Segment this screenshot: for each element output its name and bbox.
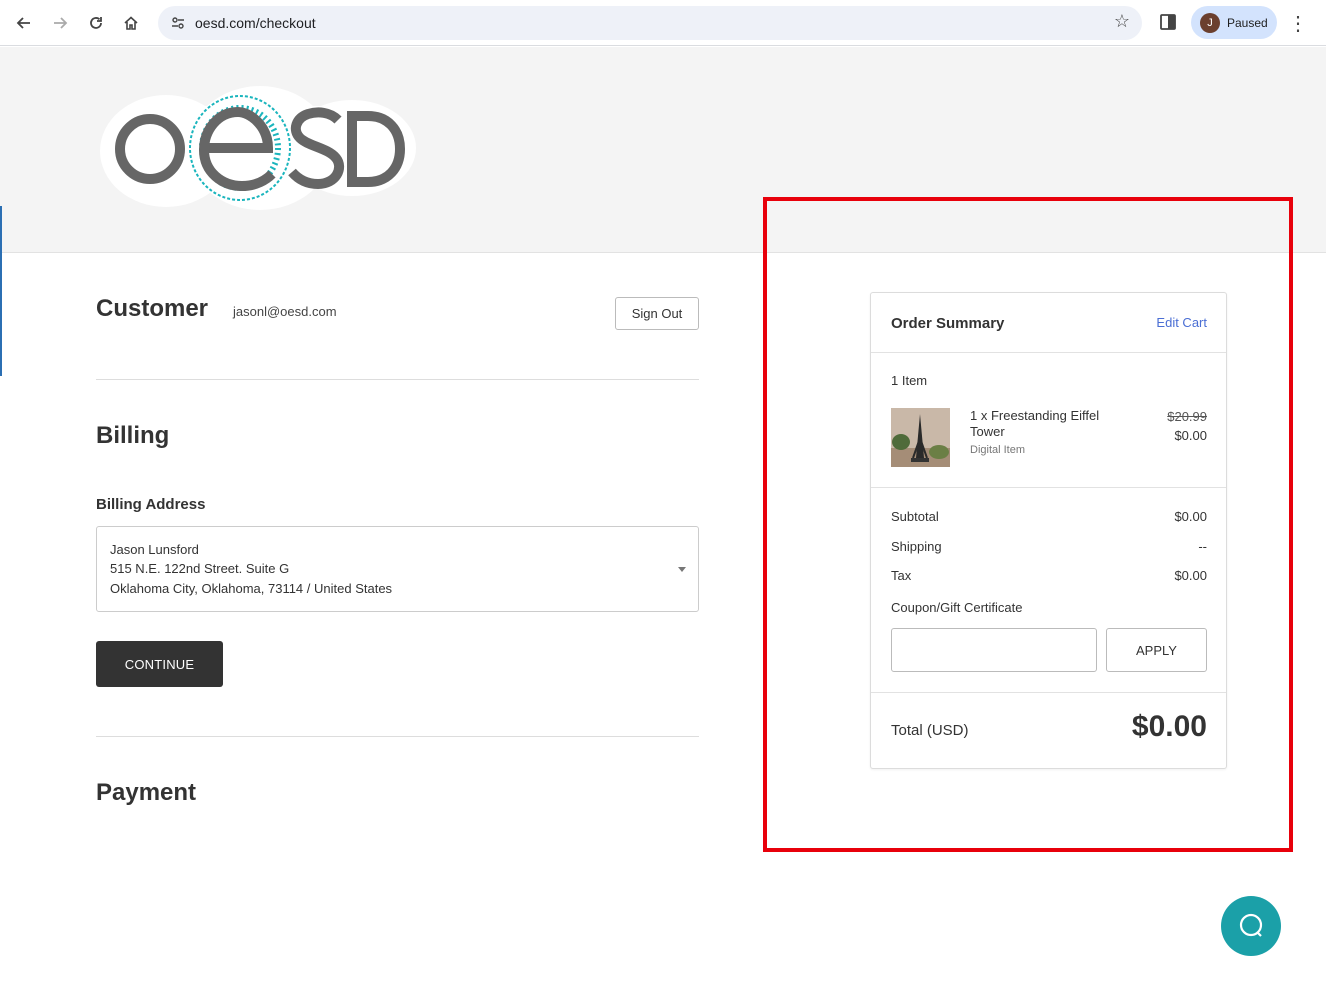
home-icon[interactable] — [116, 8, 146, 38]
summary-divider — [871, 487, 1226, 488]
subtotal-value: $0.00 — [1174, 509, 1207, 524]
continue-button[interactable]: CONTINUE — [96, 641, 223, 687]
sign-out-button[interactable]: Sign Out — [615, 297, 699, 330]
apply-coupon-button[interactable]: APPLY — [1106, 628, 1207, 672]
profile-status: Paused — [1227, 15, 1268, 30]
site-settings-icon[interactable] — [166, 11, 190, 35]
address-city: Oklahoma City, Oklahoma, 73114 / United … — [110, 581, 393, 596]
forward-icon[interactable] — [45, 8, 75, 38]
billing-title: Billing — [96, 422, 170, 449]
order-summary-title: Order Summary — [891, 315, 1005, 332]
chat-launcher-button[interactable] — [1221, 896, 1281, 956]
reload-icon[interactable] — [81, 8, 111, 38]
item-original-price: $20.99 — [1167, 409, 1207, 424]
order-summary: Order Summary Edit Cart 1 Item 1 x Frees… — [870, 292, 1227, 769]
tax-value: $0.00 — [1174, 568, 1207, 583]
shipping-value: -- — [1198, 539, 1207, 554]
tax-label: Tax — [891, 568, 912, 583]
section-divider — [96, 379, 699, 380]
side-panel-icon[interactable] — [1157, 11, 1179, 33]
window-edge — [0, 206, 2, 376]
shipping-label: Shipping — [891, 539, 942, 554]
total-value: $0.00 — [1131, 710, 1207, 743]
section-divider — [96, 736, 699, 737]
product-thumbnail[interactable] — [891, 408, 950, 467]
site-header — [0, 47, 1326, 253]
total-label: Total (USD) — [891, 722, 969, 739]
item-type: Digital Item — [970, 444, 1026, 456]
address-street: 515 N.E. 122nd Street. Suite G — [110, 561, 290, 576]
subtotal-label: Subtotal — [891, 509, 939, 524]
item-price: $0.00 — [1174, 428, 1207, 443]
address-name: Jason Lunsford — [110, 542, 199, 557]
summary-divider — [871, 692, 1226, 693]
chevron-down-icon[interactable] — [678, 567, 686, 572]
item-count: 1 Item — [891, 373, 928, 388]
payment-title: Payment — [96, 779, 197, 806]
billing-address-select[interactable]: Jason Lunsford 515 N.E. 122nd Street. Su… — [96, 526, 699, 612]
url-text[interactable]: oesd.com/checkout — [195, 15, 316, 31]
browser-toolbar: oesd.com/checkout ☆ J Paused ⋮ — [0, 0, 1326, 46]
chat-bubble-icon — [1239, 913, 1263, 937]
address-bar[interactable]: oesd.com/checkout ☆ — [158, 6, 1142, 40]
customer-email: jasonl@oesd.com — [233, 304, 337, 319]
edit-cart-link[interactable]: Edit Cart — [1156, 315, 1207, 330]
oesd-logo[interactable] — [100, 86, 416, 212]
browser-menu-icon[interactable]: ⋮ — [1288, 8, 1308, 38]
bookmark-star-icon[interactable]: ☆ — [1114, 11, 1130, 32]
billing-address-label: Billing Address — [96, 496, 206, 513]
item-name: 1 x Freestanding Eiffel Tower — [970, 408, 1100, 439]
coupon-input[interactable] — [891, 628, 1097, 672]
customer-title: Customer — [96, 295, 209, 322]
summary-divider — [871, 352, 1226, 353]
avatar: J — [1200, 12, 1220, 33]
back-icon[interactable] — [9, 8, 39, 38]
profile-button[interactable]: J Paused — [1191, 6, 1277, 39]
coupon-label: Coupon/Gift Certificate — [891, 600, 1023, 615]
